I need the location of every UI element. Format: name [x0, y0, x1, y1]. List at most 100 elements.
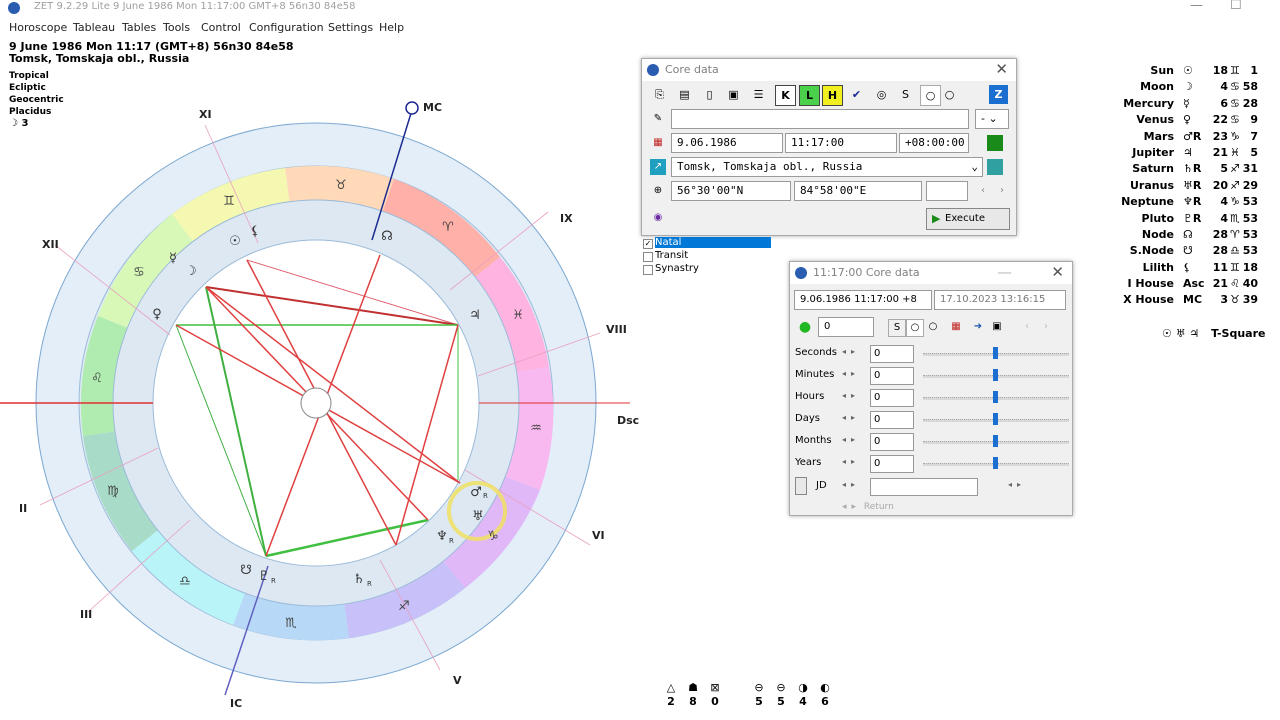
years-stepper-icon[interactable]: ◂▸ [842, 457, 860, 466]
close-icon[interactable]: ✕ [995, 60, 1008, 78]
seconds-value[interactable]: 0 [870, 345, 914, 363]
execute-button[interactable]: ▶ Execute [926, 208, 1010, 230]
hours-value[interactable]: 0 [870, 389, 914, 407]
settings-icon[interactable]: ◉ [650, 210, 666, 226]
l-button-icon[interactable]: L [799, 85, 820, 106]
minutes-value[interactable]: 0 [870, 367, 914, 385]
return-stepper-icon[interactable]: ◂▸ [842, 502, 861, 512]
circle-icon[interactable]: ○ [925, 319, 941, 335]
strike-s-icon[interactable]: S [888, 319, 906, 337]
retrograde-icon[interactable]: ◎ [872, 85, 891, 104]
time-step-dialog[interactable]: 11:17:00 Core data — ✕ 9.06.1986 11:17:0… [789, 261, 1073, 516]
hours-stepper-icon[interactable]: ◂▸ [842, 391, 860, 400]
seconds-slider-thumb[interactable] [993, 347, 998, 359]
name-type-select[interactable]: - ⌄ [975, 109, 1009, 129]
back-arrow-icon[interactable]: ‹ [1019, 319, 1035, 335]
circle-small-icon[interactable]: ○ [906, 319, 924, 337]
time-field[interactable]: 11:17:00 [785, 133, 897, 153]
return-row[interactable]: ◂▸ Return [842, 502, 894, 512]
circle-small-icon[interactable]: ○ [920, 85, 941, 106]
green-dot-icon[interactable]: ● [797, 319, 813, 335]
minutes-row[interactable]: Minutes ◂▸ 0 [795, 366, 1070, 386]
seconds-row[interactable]: Seconds ◂▸ 0 [795, 344, 1070, 364]
menu-configuration[interactable]: Configuration [249, 21, 324, 34]
menu-help[interactable]: Help [379, 21, 404, 34]
calendar-icon[interactable]: ▦ [948, 319, 964, 335]
save-icon[interactable]: ▣ [724, 85, 743, 104]
next-arrow-icon[interactable]: › [994, 183, 1010, 199]
circle-icon[interactable]: ○ [940, 85, 959, 104]
place-field[interactable]: Tomsk, Tomskaja obl., Russia ⌄ [671, 157, 983, 177]
k-button-icon[interactable]: K [775, 85, 796, 106]
atlas-icon[interactable] [987, 159, 1003, 175]
copy-icon[interactable]: ⎘ [650, 85, 669, 104]
months-row[interactable]: Months ◂▸ 0 [795, 432, 1070, 452]
zone-field[interactable]: +08:00:00 [899, 133, 969, 153]
jd-value[interactable] [870, 478, 978, 496]
prev-arrow-icon[interactable]: ‹ [975, 183, 991, 199]
forward-arrow-icon[interactable]: › [1038, 319, 1054, 335]
green-status-icon[interactable] [987, 135, 1003, 151]
h-button-icon[interactable]: H [822, 85, 843, 106]
step-field[interactable]: 0 [818, 317, 874, 337]
hours-row[interactable]: Hours ◂▸ 0 [795, 388, 1070, 408]
longitude-field[interactable]: 84°58'00"E [794, 181, 922, 201]
natal-checkbox[interactable]: ✓ [643, 239, 653, 249]
minimize-icon[interactable]: — [997, 263, 1012, 281]
seconds-stepper-icon[interactable]: ◂▸ [842, 347, 860, 356]
days-row[interactable]: Days ◂▸ 0 [795, 410, 1070, 430]
jd-toggle-button[interactable] [795, 477, 807, 495]
z-button-icon[interactable]: Z [989, 85, 1008, 104]
close-icon[interactable]: ✕ [1051, 263, 1064, 281]
transit-checkbox[interactable] [643, 252, 653, 262]
coordinates-icon[interactable]: ⊕ [650, 183, 666, 199]
calendar-icon[interactable]: ▦ [650, 135, 666, 151]
jd-row[interactable]: JD ◂▸ ◂▸ [795, 477, 1070, 497]
new-file-icon[interactable]: ▯ [700, 85, 719, 104]
months-slider-thumb[interactable] [993, 435, 998, 447]
years-slider-thumb[interactable] [993, 457, 998, 469]
export-icon[interactable]: ➜ [970, 319, 986, 335]
check-icon[interactable]: ✔ [847, 85, 866, 104]
maximize-icon[interactable]: ☐ [1230, 0, 1242, 13]
days-slider-thumb[interactable] [993, 413, 998, 425]
paste-icon[interactable]: ▤ [675, 85, 694, 104]
now-datetime-field[interactable]: 17.10.2023 13:16:15 [934, 290, 1066, 310]
menu-horoscope[interactable]: Horoscope [9, 21, 67, 34]
years-value[interactable]: 0 [870, 455, 914, 473]
natal-label[interactable]: Natal [655, 237, 772, 248]
map-icon[interactable]: ↗ [650, 159, 666, 175]
edit-icon[interactable]: ✎ [650, 111, 666, 127]
jd-stepper-icon[interactable]: ◂▸ [842, 480, 860, 489]
years-row[interactable]: Years ◂▸ 0 [795, 454, 1070, 474]
months-stepper-icon[interactable]: ◂▸ [842, 435, 860, 444]
minimize-icon[interactable]: — [1190, 0, 1203, 13]
name-field[interactable] [671, 109, 969, 129]
synastry-label[interactable]: Synastry [655, 263, 699, 274]
hours-slider-thumb[interactable] [993, 391, 998, 403]
menu-tools[interactable]: Tools [163, 21, 190, 34]
core-data-dialog[interactable]: Core data ✕ ⎘ ▤ ▯ ▣ ☰ K L H ✔ ◎ S ○ ○ Z … [641, 58, 1017, 236]
return-label[interactable]: Return [864, 502, 894, 512]
latitude-field[interactable]: 56°30'00"N [671, 181, 791, 201]
minutes-stepper-icon[interactable]: ◂▸ [842, 369, 860, 378]
altitude-field[interactable] [926, 181, 968, 201]
table-icon[interactable]: ☰ [749, 85, 768, 104]
menu-tableau[interactable]: Tableau [73, 21, 115, 34]
synastry-checkbox[interactable] [643, 265, 653, 275]
menu-settings[interactable]: Settings [328, 21, 373, 34]
months-value[interactable]: 0 [870, 433, 914, 451]
jd-nav-icon[interactable]: ◂▸ [1008, 480, 1026, 489]
horoscope-wheel[interactable]: MC Dsc IC XI XII II III V VI VIII IX ♉ ♈… [0, 38, 640, 720]
menu-tables[interactable]: Tables [122, 21, 156, 34]
save-icon[interactable]: ▣ [989, 319, 1005, 335]
minutes-slider-thumb[interactable] [993, 369, 998, 381]
current-datetime-field[interactable]: 9.06.1986 11:17:00 +8 [794, 290, 932, 310]
days-stepper-icon[interactable]: ◂▸ [842, 413, 860, 422]
menu-control[interactable]: Control [201, 21, 241, 34]
days-value[interactable]: 0 [870, 411, 914, 429]
planet-sign-icon: ♋ [1230, 113, 1240, 127]
strike-s-icon[interactable]: S [896, 85, 915, 104]
transit-label[interactable]: Transit [655, 250, 688, 261]
date-field[interactable]: 9.06.1986 [671, 133, 783, 153]
